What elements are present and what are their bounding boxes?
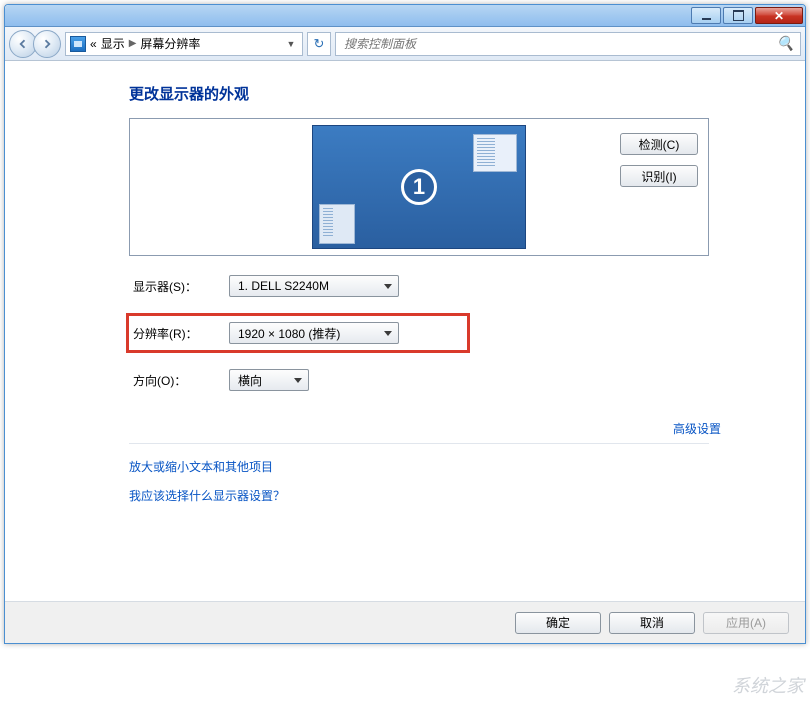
breadcrumb-dropdown[interactable]: ▼ (282, 33, 300, 55)
display-label: 显示器(S)： (133, 278, 211, 295)
cancel-button[interactable]: 取消 (609, 612, 695, 634)
monitor-preview[interactable]: 1 (312, 125, 526, 249)
close-button[interactable]: ✕ (755, 7, 803, 24)
apply-button[interactable]: 应用(A) (703, 612, 789, 634)
display-combo[interactable]: 1. DELL S2240M (229, 275, 399, 297)
search-icon[interactable]: 🔍 (777, 35, 794, 52)
refresh-button[interactable]: ↻ (307, 32, 331, 56)
footer-buttons: 确定 取消 应用(A) (5, 601, 805, 643)
breadcrumb-item[interactable]: 屏幕分辨率 (140, 35, 200, 52)
ok-button[interactable]: 确定 (515, 612, 601, 634)
advanced-settings-link[interactable]: 高级设置 (673, 422, 721, 436)
text-scaling-link[interactable]: 放大或缩小文本和其他项目 (129, 458, 781, 475)
which-display-link[interactable]: 我应该选择什么显示器设置？ (129, 487, 781, 504)
page-title: 更改显示器的外观 (129, 83, 781, 104)
search-box[interactable]: 🔍 (335, 32, 801, 56)
breadcrumb-prefix: « (90, 37, 97, 51)
orientation-combo[interactable]: 横向 (229, 369, 309, 391)
breadcrumb-item[interactable]: 显示 (101, 35, 125, 52)
window-frame: ✕ « 显示 ▶ 屏幕分辨率 ▼ ↻ 🔍 更改显示器的外观 (4, 4, 806, 644)
display-row: 显示器(S)： 1. DELL S2240M (129, 272, 781, 300)
monitor-number-badge: 1 (401, 169, 437, 205)
nav-history-buttons (9, 30, 61, 58)
breadcrumb-bar[interactable]: « 显示 ▶ 屏幕分辨率 ▼ (65, 32, 303, 56)
titlebar: ✕ (5, 5, 805, 27)
watermark: 系统之家 (732, 672, 804, 698)
display-icon (70, 36, 86, 52)
resolution-combo[interactable]: 1920 × 1080 (推荐) (229, 322, 399, 344)
help-links: 放大或缩小文本和其他项目 我应该选择什么显示器设置？ (129, 458, 781, 504)
content-area: 更改显示器的外观 1 检测(C) 识别(I) 显示器(S)： 1. DELL S… (5, 61, 805, 601)
maximize-button[interactable] (723, 7, 753, 24)
arrow-right-icon (41, 38, 53, 50)
detect-button[interactable]: 检测(C) (620, 133, 698, 155)
identify-button[interactable]: 识别(I) (620, 165, 698, 187)
forward-button[interactable] (33, 30, 61, 58)
settings-form: 显示器(S)： 1. DELL S2240M 分辨率(R)： 1920 × 10… (129, 272, 781, 394)
resolution-row: 分辨率(R)： 1920 × 1080 (推荐) (129, 316, 467, 350)
minimize-button[interactable] (691, 7, 721, 24)
chevron-right-icon: ▶ (129, 38, 137, 49)
resolution-label: 分辨率(R)： (133, 325, 211, 342)
mini-window-icon (473, 134, 517, 172)
navigation-bar: « 显示 ▶ 屏幕分辨率 ▼ ↻ 🔍 (5, 27, 805, 61)
search-input[interactable] (342, 36, 777, 52)
orientation-label: 方向(O)： (133, 372, 211, 389)
arrow-left-icon (17, 38, 29, 50)
mini-window-icon (319, 204, 355, 244)
divider (129, 443, 709, 444)
orientation-row: 方向(O)： 横向 (129, 366, 781, 394)
display-preview-panel: 1 检测(C) 识别(I) (129, 118, 709, 256)
